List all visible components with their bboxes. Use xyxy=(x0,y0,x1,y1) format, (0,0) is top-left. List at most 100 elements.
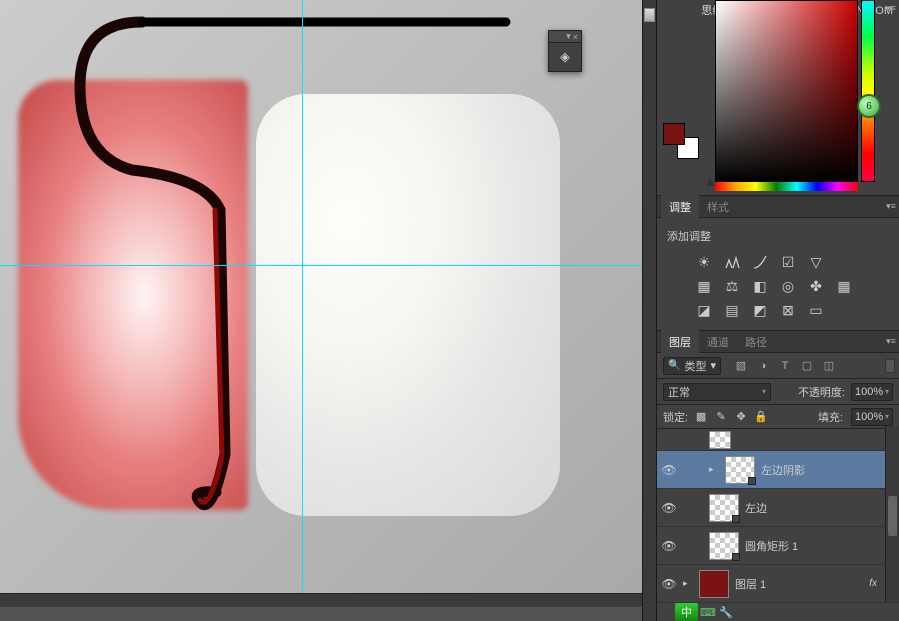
layer-row-left-shadow[interactable]: 👁 ▸ 左边阴影 xyxy=(657,451,899,489)
tab-styles[interactable]: 样式 xyxy=(699,195,737,219)
hue-icon[interactable]: ▦ xyxy=(695,278,713,294)
vibrance-icon[interactable]: ▽ xyxy=(807,254,825,270)
hue-slider-handle[interactable]: 6 xyxy=(857,94,881,118)
layer-name[interactable]: 左边 xyxy=(745,500,895,516)
visibility-icon[interactable]: 👁 xyxy=(661,463,677,477)
gradient-map-icon[interactable]: ▭ xyxy=(807,302,825,318)
blend-mode-dropdown[interactable]: 正常▾ xyxy=(663,383,771,401)
layers-mode-bar: 正常▾ 不透明度: 100%▾ xyxy=(657,379,899,405)
panel-menu-icon[interactable]: ▾≡ xyxy=(884,335,898,347)
lock-paint-icon[interactable]: ✎ xyxy=(714,410,728,423)
lut-icon[interactable]: ▦ xyxy=(835,278,853,294)
lock-label: 锁定: xyxy=(663,409,688,425)
3d-icon[interactable]: ◈ xyxy=(549,43,581,71)
adjustments-row-2: ▦ ⚖ ◧ ◎ ✤ ▦ xyxy=(657,274,899,298)
filter-toggle[interactable] xyxy=(885,359,895,373)
adjustments-tabs: 调整 样式 ▾≡ xyxy=(657,196,899,218)
spectrum-marker[interactable] xyxy=(705,178,715,186)
hue-strip[interactable] xyxy=(861,0,875,182)
filter-type-icon[interactable]: T xyxy=(777,358,793,374)
visibility-icon[interactable]: 👁 xyxy=(661,539,677,553)
layers-filter-bar: 🔍 类型 ▾ ▧ ◑ T ▢ ◫ xyxy=(657,353,899,379)
close-icon[interactable]: × xyxy=(573,32,578,42)
canvas-artwork xyxy=(0,0,642,607)
panels-column: 思缘设计论坛WWW.MISSYUAN.COM 6 ▾≡ 调整 样式 ▾≡ 添加调… xyxy=(657,0,899,621)
swatch-pair[interactable] xyxy=(663,123,699,159)
floating-3d-panel[interactable]: ▾ × ◈ xyxy=(548,30,582,72)
lock-trans-icon[interactable]: ▩ xyxy=(694,410,708,423)
lock-pos-icon[interactable]: ✥ xyxy=(734,410,748,423)
opacity-label: 不透明度: xyxy=(798,384,845,400)
ime-badge[interactable]: 中 xyxy=(675,603,698,621)
levels-icon[interactable] xyxy=(723,254,741,270)
tab-paths[interactable]: 路径 xyxy=(737,330,775,354)
selective-icon[interactable]: ⊠ xyxy=(779,302,797,318)
visibility-icon[interactable]: 👁 xyxy=(661,577,677,591)
layer-thumb[interactable] xyxy=(709,532,739,560)
filter-adjust-icon[interactable]: ◑ xyxy=(755,358,771,374)
adjustments-panel: 添加调整 ☀ ☑ ▽ ▦ ⚖ ◧ ◎ ✤ ▦ ◪ ▤ ◩ ⊠ ▭ xyxy=(657,218,899,331)
panel-menu-icon[interactable]: ▾≡ xyxy=(884,200,898,212)
color-field[interactable] xyxy=(715,0,858,182)
layer-name[interactable]: 左边阴影 xyxy=(761,462,895,478)
layer-thumb[interactable] xyxy=(699,570,729,598)
adjustments-row-1: ☀ ☑ ▽ xyxy=(657,250,899,274)
layer-thumb[interactable] xyxy=(709,431,731,449)
filter-smart-icon[interactable]: ◫ xyxy=(821,358,837,374)
ime-kbd-icon[interactable]: ⌨ xyxy=(700,605,716,619)
color-picker-panel: 6 ▾≡ xyxy=(657,0,899,196)
layer-thumb[interactable] xyxy=(709,494,739,522)
layers-lock-bar: 锁定: ▩ ✎ ✥ 🔒 填充: 100%▾ xyxy=(657,405,899,429)
layers-scrollbar[interactable] xyxy=(885,426,899,602)
layer-name[interactable]: 图层 1 xyxy=(735,576,863,592)
brightness-icon[interactable]: ☀ xyxy=(695,254,713,270)
layer-row-partial[interactable] xyxy=(657,429,899,451)
threshold-icon[interactable]: ◩ xyxy=(751,302,769,318)
invert-icon[interactable]: ◪ xyxy=(695,302,713,318)
canvas-ruler-right xyxy=(642,0,657,621)
adjustments-row-3: ◪ ▤ ◩ ⊠ ▭ xyxy=(657,298,899,322)
mixer-icon[interactable]: ✤ xyxy=(807,278,825,294)
tab-channels[interactable]: 通道 xyxy=(699,330,737,354)
photo-filter-icon[interactable]: ◎ xyxy=(779,278,797,294)
fg-swatch[interactable] xyxy=(663,123,685,145)
art-outline-path xyxy=(72,14,512,524)
layer-name[interactable]: 圆角矩形 1 xyxy=(745,538,895,554)
curves-icon[interactable] xyxy=(751,254,769,270)
chevron-down-icon: ▾ xyxy=(710,359,716,372)
spectrum-strip[interactable] xyxy=(715,182,858,191)
layers-list: 👁 ▸ 左边阴影 👁 左边 👁 圆角矩形 1 👁 ▸ 图层 1 fx ▾ xyxy=(657,429,899,603)
opacity-input[interactable]: 100%▾ xyxy=(851,383,893,401)
filter-pixel-icon[interactable]: ▧ xyxy=(733,358,749,374)
panel-menu-icon[interactable]: ▾≡ xyxy=(884,2,898,14)
balance-icon[interactable]: ⚖ xyxy=(723,278,741,294)
guide-horizontal xyxy=(0,265,642,266)
expand-icon[interactable]: ▸ xyxy=(709,464,719,475)
bw-icon[interactable]: ◧ xyxy=(751,278,769,294)
filter-shape-icon[interactable]: ▢ xyxy=(799,358,815,374)
search-icon: 🔍 xyxy=(668,360,680,371)
layer-row-layer1[interactable]: 👁 ▸ 图层 1 fx ▾ xyxy=(657,565,899,603)
floating-menu-icon[interactable]: ▾ xyxy=(566,31,571,42)
filter-kind-dropdown[interactable]: 🔍 类型 ▾ xyxy=(663,357,721,375)
visibility-icon[interactable]: 👁 xyxy=(661,501,677,515)
fx-badge[interactable]: fx xyxy=(869,578,877,589)
fill-input[interactable]: 100%▾ xyxy=(851,408,893,426)
tab-adjustments[interactable]: 调整 xyxy=(661,195,699,219)
ime-status-bar: 中 ⌨ 🔧 xyxy=(675,603,734,621)
canvas-scrollbar-h[interactable] xyxy=(0,593,642,607)
expand-icon[interactable]: ▸ xyxy=(683,578,693,589)
ime-tool-icon[interactable]: 🔧 xyxy=(718,605,734,619)
posterize-icon[interactable]: ▤ xyxy=(723,302,741,318)
canvas-area[interactable]: ▾ × ◈ xyxy=(0,0,642,607)
exposure-icon[interactable]: ☑ xyxy=(779,254,797,270)
scrollbar-thumb[interactable] xyxy=(888,496,897,536)
layer-thumb[interactable] xyxy=(725,456,755,484)
tab-layers[interactable]: 图层 xyxy=(661,330,699,354)
layer-row-left[interactable]: 👁 左边 xyxy=(657,489,899,527)
lock-all-icon[interactable]: 🔒 xyxy=(754,410,768,423)
add-adjustment-label: 添加调整 xyxy=(657,224,899,250)
layer-row-rounded-rect[interactable]: 👁 圆角矩形 1 xyxy=(657,527,899,565)
floating-panel-bar[interactable]: ▾ × xyxy=(549,31,581,43)
filter-kind-label: 类型 xyxy=(684,358,706,374)
